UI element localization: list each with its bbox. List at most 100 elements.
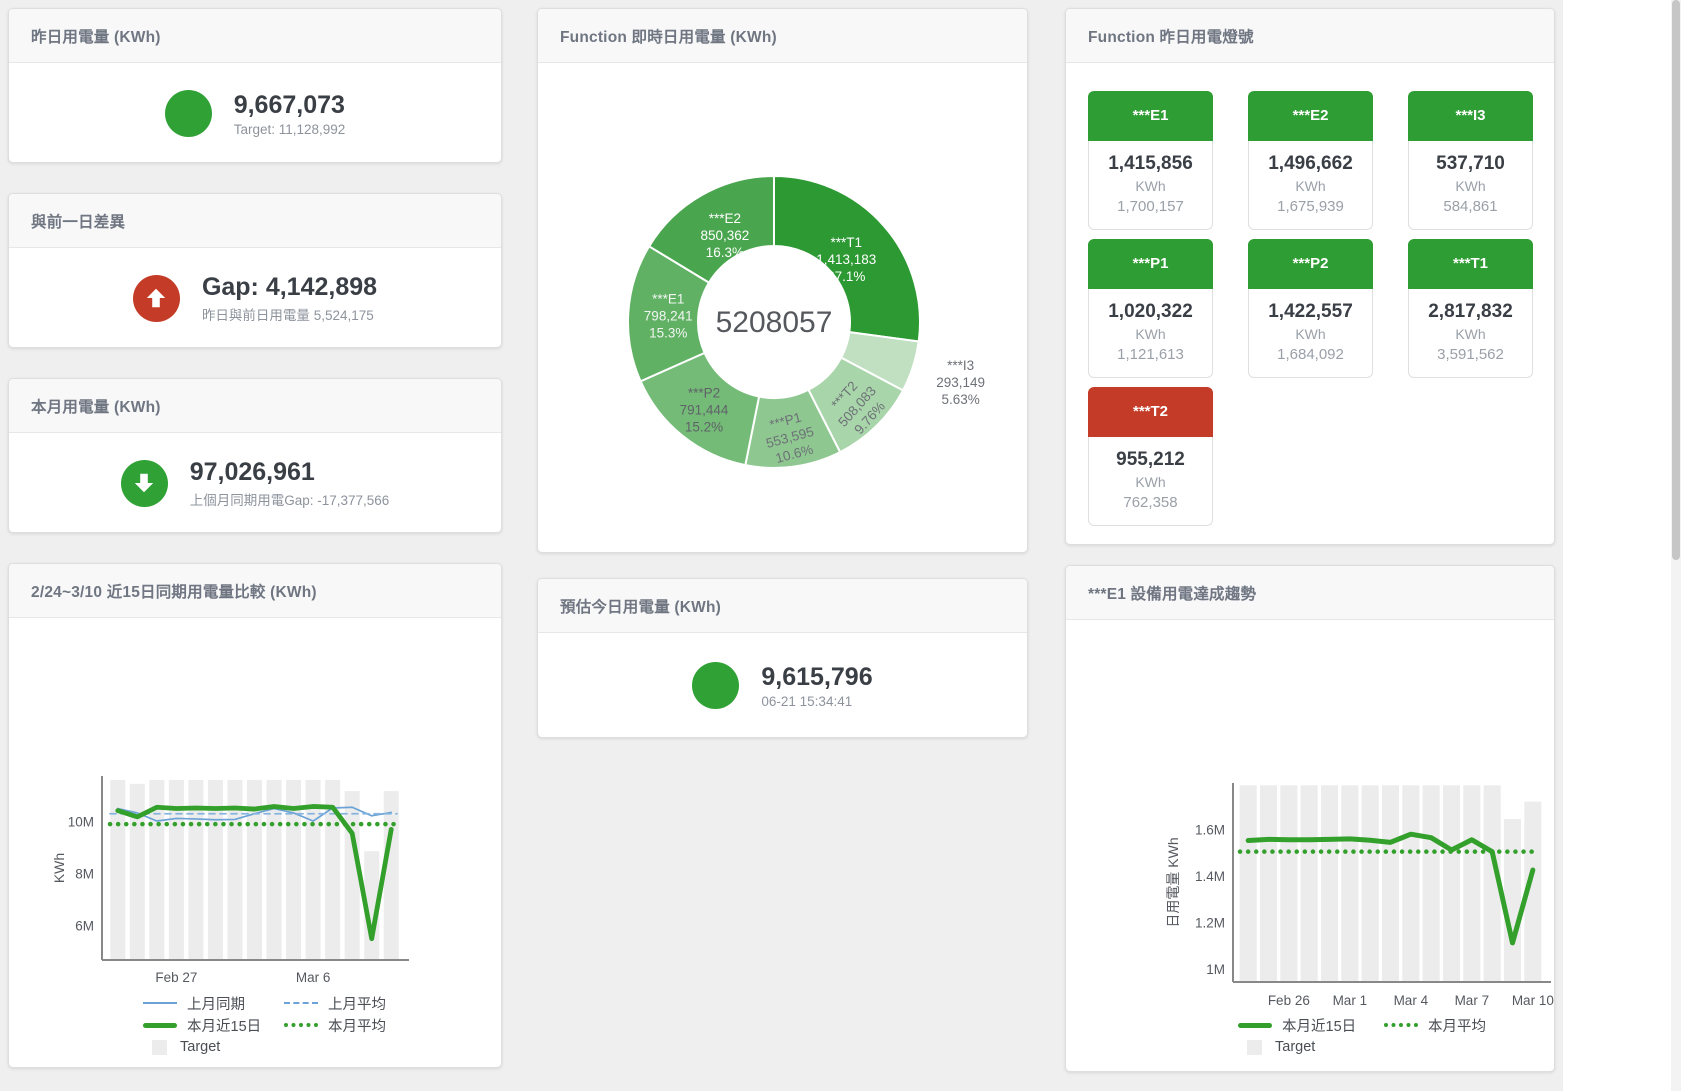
device-unit: KWh bbox=[1091, 472, 1210, 492]
device-tile-header: ***E1 bbox=[1088, 91, 1213, 141]
legend-this-month-avg[interactable]: 本月平均 bbox=[284, 1015, 386, 1036]
column-middle: Function 即時日用電量 (KWh) ***T11,413,18327.1… bbox=[537, 8, 1028, 768]
card-yesterday-usage: 昨日用電量 (KWh) 9,667,073 Target: 11,128,992 bbox=[8, 8, 502, 163]
device-tile-header: ***T1 bbox=[1408, 239, 1533, 289]
legend-this-month-series[interactable]: 本月近15日 bbox=[143, 1015, 284, 1036]
card-realtime-donut: Function 即時日用電量 (KWh) ***T11,413,18327.1… bbox=[537, 8, 1028, 553]
device-target: 3,591,562 bbox=[1411, 344, 1530, 365]
device-unit: KWh bbox=[1091, 176, 1210, 196]
kpi-value: 97,026,961 bbox=[190, 457, 390, 487]
device-tile-e1[interactable]: ***E1 1,415,856 KWh 1,700,157 bbox=[1088, 91, 1213, 230]
kpi-timestamp: 06-21 15:34:41 bbox=[761, 694, 872, 709]
device-unit: KWh bbox=[1091, 324, 1210, 344]
scrollbar-thumb[interactable] bbox=[1672, 0, 1680, 560]
device-value: 955,212 bbox=[1091, 447, 1210, 472]
green-dotted-line-icon bbox=[1384, 1023, 1418, 1027]
kpi-value: 9,615,796 bbox=[761, 662, 872, 692]
device-value: 1,422,557 bbox=[1251, 299, 1370, 324]
svg-text:Mar 1: Mar 1 bbox=[1333, 993, 1368, 1008]
svg-text:***I3293,1495.63%: ***I3293,1495.63% bbox=[936, 358, 985, 407]
svg-text:Mar 10: Mar 10 bbox=[1512, 993, 1554, 1008]
svg-text:KWh: KWh bbox=[51, 853, 67, 883]
column-left: 昨日用電量 (KWh) 9,667,073 Target: 11,128,992… bbox=[8, 8, 502, 1068]
device-unit: KWh bbox=[1411, 324, 1530, 344]
device-value: 1,415,856 bbox=[1091, 151, 1210, 176]
svg-text:8M: 8M bbox=[75, 867, 94, 882]
svg-text:10M: 10M bbox=[68, 815, 94, 830]
status-circle-icon bbox=[165, 90, 212, 137]
card-title: 2/24~3/10 近15日同期用電量比較 (KWh) bbox=[31, 580, 317, 602]
dashboard: 昨日用電量 (KWh) 9,667,073 Target: 11,128,992… bbox=[0, 0, 1563, 1091]
realtime-usage-donut-chart[interactable]: ***T11,413,18327.1%***I3293,1495.63%***T… bbox=[538, 63, 1028, 553]
card-title: Function 即時日用電量 (KWh) bbox=[560, 25, 777, 47]
device-value: 1,020,322 bbox=[1091, 299, 1210, 324]
kpi-subtitle: 昨日與前日用電量 5,524,175 bbox=[202, 304, 377, 324]
svg-text:Feb 26: Feb 26 bbox=[1268, 993, 1310, 1008]
device-tile-e2[interactable]: ***E2 1,496,662 KWh 1,675,939 bbox=[1248, 91, 1373, 230]
arrow-up-icon bbox=[133, 275, 180, 322]
device-target: 1,684,092 bbox=[1251, 344, 1370, 365]
svg-text:1.6M: 1.6M bbox=[1195, 823, 1225, 838]
kpi-value: Gap: 4,142,898 bbox=[202, 272, 377, 302]
card-header: 2/24~3/10 近15日同期用電量比較 (KWh) bbox=[9, 564, 501, 618]
legend-target[interactable]: Target bbox=[143, 1039, 284, 1055]
card-title: ***E1 設備用電達成趨勢 bbox=[1088, 582, 1256, 604]
device-target: 1,675,939 bbox=[1251, 196, 1370, 217]
device-tile-i3[interactable]: ***I3 537,710 KWh 584,861 bbox=[1408, 91, 1533, 230]
card-yesterday-lights: Function 昨日用電燈號 ***E1 1,415,856 KWh 1,70… bbox=[1065, 8, 1555, 545]
card-title: 昨日用電量 (KWh) bbox=[31, 25, 161, 47]
device-unit: KWh bbox=[1251, 324, 1370, 344]
svg-text:Mar 7: Mar 7 bbox=[1455, 993, 1490, 1008]
legend-prev-month-avg[interactable]: 上月平均 bbox=[284, 993, 386, 1014]
device-target: 762,358 bbox=[1091, 492, 1210, 513]
device-tile-grid: ***E1 1,415,856 KWh 1,700,157 ***E2 1,49… bbox=[1066, 63, 1554, 526]
device-unit: KWh bbox=[1251, 176, 1370, 196]
arrow-down-icon bbox=[121, 460, 168, 507]
device-value: 1,496,662 bbox=[1251, 151, 1370, 176]
legend-this-month-series[interactable]: 本月近15日 bbox=[1238, 1015, 1384, 1036]
svg-text:1M: 1M bbox=[1206, 962, 1225, 977]
target-swatch-icon bbox=[1247, 1040, 1262, 1055]
blue-dashed-line-icon bbox=[284, 1002, 318, 1004]
device-value: 537,710 bbox=[1411, 151, 1530, 176]
device-target: 1,700,157 bbox=[1091, 196, 1210, 217]
card-header: 昨日用電量 (KWh) bbox=[9, 9, 501, 63]
svg-text:5208057: 5208057 bbox=[716, 306, 833, 339]
compare-legend: 上月同期 上月平均 本月近15日 本月平均 Target bbox=[143, 992, 501, 1058]
device-value: 2,817,832 bbox=[1411, 299, 1530, 324]
device-tile-t2[interactable]: ***T2 955,212 KWh 762,358 bbox=[1088, 387, 1213, 526]
card-title: Function 昨日用電燈號 bbox=[1088, 25, 1254, 47]
legend-prev-month-series[interactable]: 上月同期 bbox=[143, 993, 284, 1014]
column-right: Function 昨日用電燈號 ***E1 1,415,856 KWh 1,70… bbox=[1065, 8, 1555, 1072]
legend-target[interactable]: Target bbox=[1238, 1039, 1384, 1055]
device-tile-header: ***T2 bbox=[1088, 387, 1213, 437]
device-tile-t1[interactable]: ***T1 2,817,832 KWh 3,591,562 bbox=[1408, 239, 1533, 378]
e1-trend-line-chart[interactable]: 1M1.2M1.4M1.6MFeb 26Mar 1Mar 4Mar 7Mar 1… bbox=[1066, 620, 1555, 1012]
card-header: 與前一日差異 bbox=[9, 194, 501, 248]
blue-line-icon bbox=[143, 1002, 177, 1004]
card-title: 預估今日用電量 (KWh) bbox=[560, 595, 721, 617]
kpi-value: 9,667,073 bbox=[234, 90, 346, 120]
compare-line-chart[interactable]: 6M8M10MFeb 27Mar 6KWh bbox=[9, 618, 501, 990]
card-header: Function 即時日用電量 (KWh) bbox=[538, 9, 1027, 63]
status-circle-icon bbox=[692, 662, 739, 709]
svg-text:Mar 6: Mar 6 bbox=[296, 970, 331, 985]
device-tile-p2[interactable]: ***P2 1,422,557 KWh 1,684,092 bbox=[1248, 239, 1373, 378]
card-header: ***E1 設備用電達成趨勢 bbox=[1066, 566, 1554, 620]
green-line-icon bbox=[1238, 1023, 1272, 1028]
card-month-usage: 本月用電量 (KWh) 97,026,961 上個月同期用電Gap: -17,3… bbox=[8, 378, 502, 533]
svg-text:Feb 27: Feb 27 bbox=[155, 970, 197, 985]
device-target: 584,861 bbox=[1411, 196, 1530, 217]
green-dotted-line-icon bbox=[284, 1023, 318, 1027]
device-tile-p1[interactable]: ***P1 1,020,322 KWh 1,121,613 bbox=[1088, 239, 1213, 378]
device-target: 1,121,613 bbox=[1091, 344, 1210, 365]
target-swatch-icon bbox=[152, 1040, 167, 1055]
kpi-subtitle: 上個月同期用電Gap: -17,377,566 bbox=[190, 489, 390, 509]
card-title: 與前一日差異 bbox=[31, 210, 125, 232]
card-gap-previous-day: 與前一日差異 Gap: 4,142,898 昨日與前日用電量 5,524,175 bbox=[8, 193, 502, 348]
vertical-scrollbar[interactable] bbox=[1671, 0, 1681, 1091]
trend-legend: 本月近15日 本月平均 Target bbox=[1238, 1014, 1554, 1058]
card-e1-trend-chart: ***E1 設備用電達成趨勢 1M1.2M1.4M1.6MFeb 26Mar 1… bbox=[1065, 565, 1555, 1072]
card-compare-chart: 2/24~3/10 近15日同期用電量比較 (KWh) 6M8M10MFeb 2… bbox=[8, 563, 502, 1068]
legend-this-month-avg[interactable]: 本月平均 bbox=[1384, 1015, 1486, 1036]
